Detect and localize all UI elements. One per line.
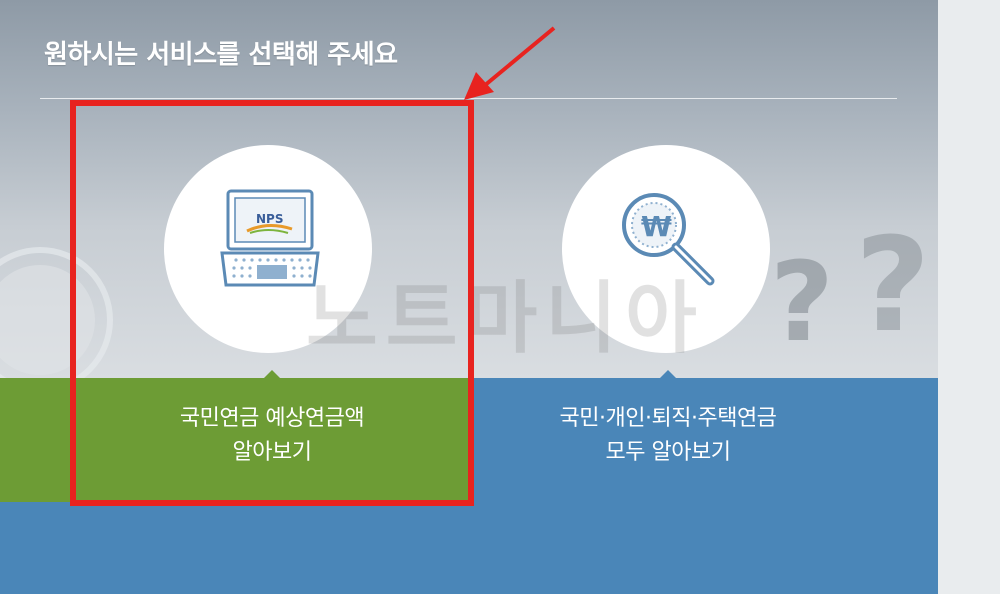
highlight-annotation-box	[70, 100, 474, 506]
card-label-line1: 국민·개인·퇴직·주택연금	[559, 406, 777, 431]
right-edge-panel	[938, 0, 1000, 594]
card-label: 국민·개인·퇴직·주택연금 모두 알아보기	[474, 402, 862, 470]
page-title: 원하시는 서비스를 선택해 주세요	[44, 40, 398, 70]
svg-text:₩: ₩	[641, 210, 672, 243]
card-label-line2: 모두 알아보기	[605, 440, 731, 465]
annotation-arrow-icon	[464, 26, 556, 100]
svg-text:?: ?	[855, 220, 930, 361]
keyboard-decoration	[0, 378, 70, 502]
